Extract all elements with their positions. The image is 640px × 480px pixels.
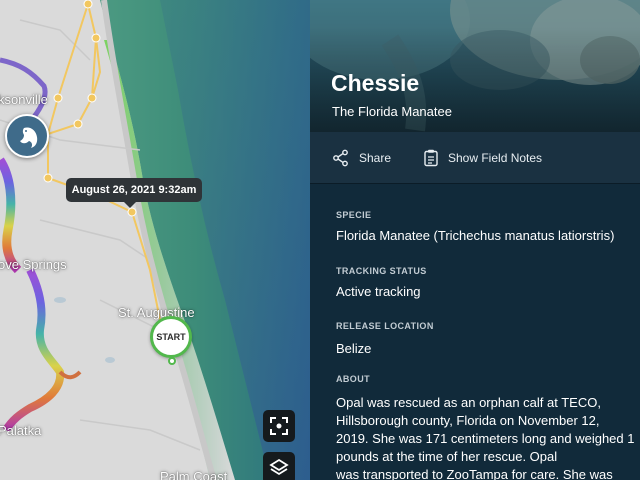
animal-details: SPECIE Florida Manatee (Trichechus manat… [310,185,640,480]
track-point [127,207,137,217]
release-location-value: Belize [336,341,372,356]
place-label-jacksonville: ksonville [0,92,48,107]
manatee-icon [20,127,38,148]
layers-icon [269,458,289,476]
about-line: pounds at the time of her rescue. Opal [336,449,558,464]
about-line: was transported to ZooTampa for care. Sh… [336,467,613,480]
animal-hero-image: Chessie The Florida Manatee [310,0,640,132]
show-field-notes-button[interactable]: Show Field Notes [423,132,542,184]
start-marker-dot [168,357,176,365]
track-point [53,93,63,103]
notes-icon [424,149,438,167]
animal-species-subtitle: The Florida Manatee [332,104,452,119]
place-label-palatka: Palatka [0,423,42,438]
focus-frame-icon [270,417,288,435]
tracking-status-value: Active tracking [336,284,421,299]
animal-detail-panel: Chessie The Florida Manatee Share Show F… [310,0,640,480]
share-button[interactable]: Share [332,132,391,184]
start-marker[interactable]: START [150,316,192,358]
location-timestamp-tooltip: August 26, 2021 9:32am [66,178,202,208]
track-point [83,0,93,9]
specie-value: Florida Manatee (Trichechus manatus lati… [336,228,615,243]
map-layers-button[interactable] [263,452,295,480]
about-line: Opal was rescued as an orphan calf at TE… [336,395,601,410]
recenter-button[interactable] [263,410,295,442]
place-label-palm-coast: Palm Coast [160,469,228,480]
show-field-notes-label: Show Field Notes [448,151,543,165]
share-label: Share [359,151,392,165]
animal-name: Chessie [331,70,420,96]
release-location-label: RELEASE LOCATION [336,321,434,331]
specie-label: SPECIE [336,210,372,220]
track-point [87,93,97,103]
track-point [43,173,53,183]
tracking-map[interactable]: ksonville ove Springs St. Augustine Pala… [0,0,310,480]
about-line: Hillsborough county, Florida on November… [336,413,600,428]
manatee-location-pin[interactable] [5,114,49,158]
action-bar: Share Show Field Notes [310,132,640,184]
place-label-st-augustine: St. Augustine [118,305,195,320]
map-canvas[interactable] [0,0,310,480]
track-point [73,119,83,129]
share-icon [333,149,348,167]
track-point [91,33,101,43]
about-text: Opal was rescued as an orphan calf at TE… [336,394,640,480]
tracking-status-label: TRACKING STATUS [336,266,427,276]
place-label-green-cove-springs: ove Springs [0,257,67,272]
about-label: ABOUT [336,374,370,384]
about-line: 2019. She was 171 centimeters long and w… [336,431,635,446]
